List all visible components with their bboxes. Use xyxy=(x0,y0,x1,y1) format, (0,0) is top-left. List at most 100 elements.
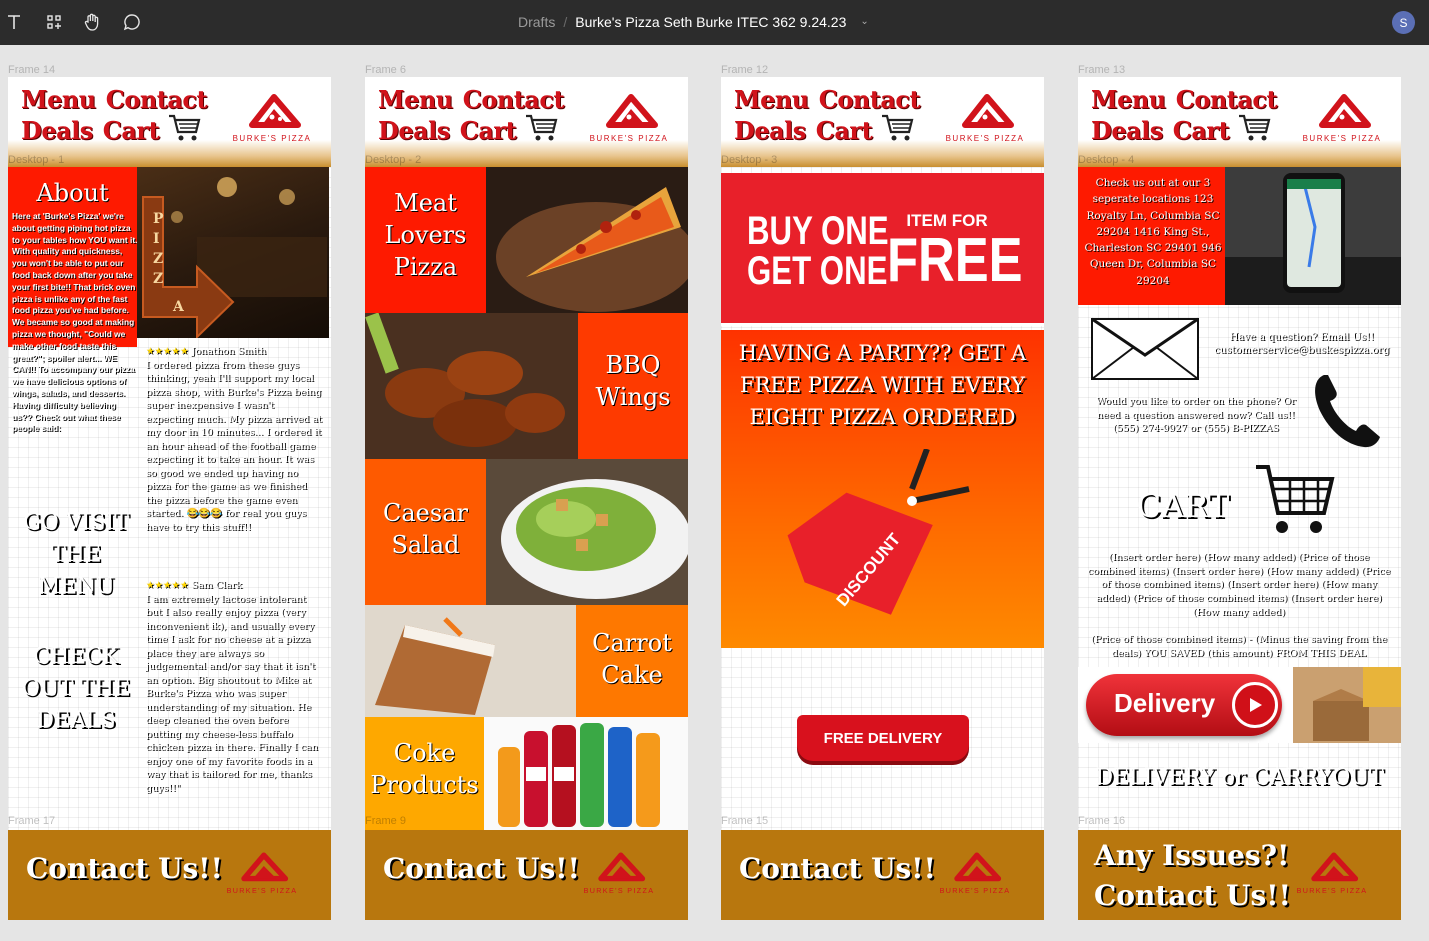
phone-icon[interactable] xyxy=(1310,371,1382,451)
review-jonathon: ★★★★★ Jonathon Smith I ordered pizza fro… xyxy=(146,345,324,534)
logo-text: BURKE'S PIZZA xyxy=(946,134,1025,143)
bogo-line-2: GET ONE xyxy=(747,249,888,293)
nav-contact[interactable]: Contact xyxy=(106,85,208,114)
carrot-cake-photo xyxy=(365,605,576,717)
wings-photo xyxy=(365,313,578,459)
logo-text: BURKE'S PIZZA xyxy=(590,134,669,143)
frame-label: Desktop - 2 xyxy=(365,154,422,166)
menu-item-carrot-cake[interactable]: Carrot Cake xyxy=(576,627,688,691)
burkes-pizza-logo[interactable]: BURKE'S PIZZA xyxy=(1292,89,1392,149)
burkes-pizza-logo: BURKE'S PIZZA xyxy=(584,852,653,895)
frame-label: Frame 15 xyxy=(721,815,769,827)
frame-about[interactable]: Menu Contact Deals Cart BURKE'S PIZZA Desk… xyxy=(8,77,331,920)
bogo-line-1: BUY ONE xyxy=(747,209,889,253)
burkes-pizza-logo: BURKE'S PIZZA xyxy=(940,852,1009,895)
nav-deals[interactable]: Deals xyxy=(734,116,806,145)
burkes-pizza-logo: BURKE'S PIZZA xyxy=(1297,852,1366,895)
any-issues-text: Any Issues?! xyxy=(1094,839,1290,872)
savings-text: (Price of those combined items) - (Minus… xyxy=(1091,634,1387,659)
frame-label[interactable]: Frame 12 xyxy=(721,64,768,76)
delivery-button[interactable]: Delivery xyxy=(1086,674,1282,736)
logo-text: BURKE'S PIZZA xyxy=(1303,134,1382,143)
delivery-box-photo xyxy=(1293,667,1401,743)
review-sam: ★★★★★ Sam Clark I am extremely lactose i… xyxy=(146,579,324,795)
nav-deals[interactable]: Deals xyxy=(378,116,450,145)
nav-menu[interactable]: Menu xyxy=(734,85,809,114)
review-stars: ★★★★★ xyxy=(146,580,189,591)
nav-cart[interactable]: Cart xyxy=(103,116,160,145)
burkes-pizza-logo[interactable]: BURKE'S PIZZA xyxy=(579,89,679,149)
phone-map-photo xyxy=(1225,167,1401,305)
phone-text[interactable]: Would you like to order on the phone? Or… xyxy=(1084,395,1308,436)
text-tool-icon[interactable] xyxy=(3,11,25,33)
frame-label[interactable]: Frame 13 xyxy=(1078,64,1125,76)
menu-section: Meat Lovers Pizza BBQ Wings Caesar Salad… xyxy=(365,167,688,830)
contact-us-link[interactable]: Contact Us!! xyxy=(1094,876,1291,916)
nav-cart[interactable]: Cart xyxy=(460,116,517,145)
file-name[interactable]: Burke's Pizza Seth Burke ITEC 362 9.24.2… xyxy=(575,14,846,30)
review-text: I ordered pizza from these guys thinking… xyxy=(146,359,322,533)
nav-deals[interactable]: Deals xyxy=(21,116,93,145)
delivery-or-carryout: DELIVERY or CARRYOUT xyxy=(1095,765,1384,790)
components-tool-icon[interactable] xyxy=(43,11,65,33)
burkes-pizza-logo[interactable]: BURKE'S PIZZA xyxy=(222,89,322,149)
avatar[interactable]: S xyxy=(1392,11,1415,34)
frame-label[interactable]: Frame 14 xyxy=(8,64,55,76)
free-delivery-button[interactable]: FREE DELIVERY xyxy=(797,715,969,761)
nav-contact[interactable]: Contact xyxy=(463,85,565,114)
contact-us-link[interactable]: Contact Us!! xyxy=(739,852,936,885)
menu-item-caesar-salad[interactable]: Caesar Salad xyxy=(365,497,486,561)
email-text[interactable]: Have a question? Email Us!! customerserv… xyxy=(1208,331,1396,357)
deals-section: BUY ONE GET ONE ITEM FOR FREE HAVING A P… xyxy=(721,167,1044,830)
frame-label[interactable]: Frame 6 xyxy=(365,64,406,76)
salad-photo xyxy=(486,459,688,605)
svg-text:Z: Z xyxy=(153,251,163,267)
svg-text:I: I xyxy=(153,231,160,247)
cart-icon[interactable] xyxy=(168,113,202,143)
locations-text: Check us out at our 3 seperate locations… xyxy=(1084,177,1222,287)
cart-title: CART xyxy=(1136,487,1230,525)
contact-us-link[interactable]: Contact Us!! xyxy=(383,852,580,885)
cart-icon[interactable] xyxy=(1238,113,1272,143)
restaurant-photo: PIZZA xyxy=(137,167,329,338)
nav-deals[interactable]: Deals xyxy=(1091,116,1163,145)
frame-menu[interactable]: Menu Contact Deals Cart BURKE'S PIZZA Desk… xyxy=(365,77,688,920)
nav-cart[interactable]: Cart xyxy=(1173,116,1230,145)
menu-item-bbq-wings[interactable]: BBQ Wings xyxy=(578,349,688,413)
hand-tool-icon[interactable] xyxy=(81,11,103,33)
review-name: Jonathon Smith xyxy=(191,346,267,357)
cart-icon[interactable] xyxy=(525,113,559,143)
contact-us-link[interactable]: Contact Us!! xyxy=(26,852,223,885)
logo-text: BURKE'S PIZZA xyxy=(227,886,298,895)
nav-cart[interactable]: Cart xyxy=(816,116,873,145)
cta-visit-menu[interactable]: GO VISIT THE MENU xyxy=(14,507,138,603)
cart-icon[interactable] xyxy=(881,113,915,143)
breadcrumb: Drafts / Burke's Pizza Seth Burke ITEC 3… xyxy=(518,14,869,30)
svg-text:A: A xyxy=(172,299,185,315)
svg-text:Z: Z xyxy=(153,271,163,287)
nav-menu[interactable]: Menu xyxy=(378,85,453,114)
order-lines: (Insert order here) (How many added) (Pr… xyxy=(1087,552,1391,618)
menu-item-meat-lovers[interactable]: Meat Lovers Pizza xyxy=(365,187,486,283)
frame-label: Desktop - 3 xyxy=(721,154,778,166)
cart-icon[interactable] xyxy=(1254,461,1336,537)
nav-contact[interactable]: Contact xyxy=(819,85,921,114)
frame-label: Desktop - 1 xyxy=(8,154,65,166)
frame-deals[interactable]: Menu Contact Deals Cart BURKE'S PIZZA Desk… xyxy=(721,77,1044,920)
menu-item-coke-products[interactable]: Coke Products xyxy=(365,737,484,801)
bogo-free: FREE xyxy=(887,226,1023,295)
nav-menu[interactable]: Menu xyxy=(1091,85,1166,114)
frame-label: Desktop - 4 xyxy=(1078,154,1135,166)
cta-check-deals[interactable]: CHECK OUT THE DEALS xyxy=(14,641,138,737)
nav-contact[interactable]: Contact xyxy=(1176,85,1278,114)
review-name: Sam Clark xyxy=(191,580,243,591)
envelope-icon[interactable] xyxy=(1090,317,1200,381)
bogo-banner[interactable]: BUY ONE GET ONE ITEM FOR FREE xyxy=(721,173,1044,326)
burkes-pizza-logo[interactable]: BURKE'S PIZZA xyxy=(935,89,1035,149)
chevron-down-icon[interactable]: ⌄ xyxy=(860,16,868,30)
frame-cart[interactable]: Menu Contact Deals Cart BURKE'S PIZZA Desk… xyxy=(1078,77,1401,920)
nav-menu[interactable]: Menu xyxy=(21,85,96,114)
site-footer: Contact Us!! BURKE'S PIZZA xyxy=(365,830,688,920)
comment-tool-icon[interactable] xyxy=(121,11,143,33)
breadcrumb-drafts[interactable]: Drafts xyxy=(518,14,555,30)
